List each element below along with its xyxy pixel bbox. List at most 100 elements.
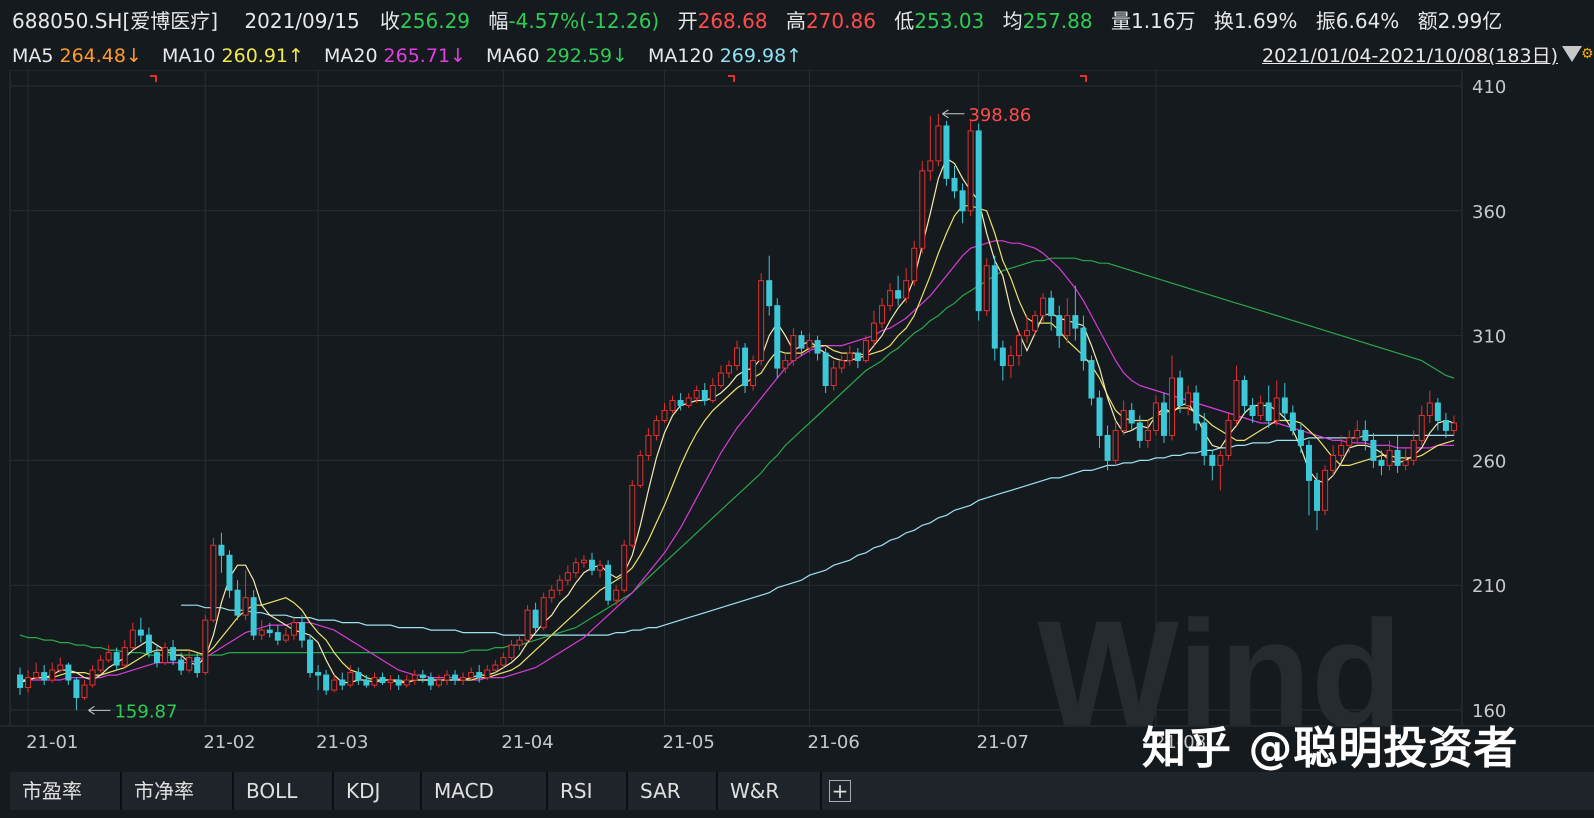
candle-body xyxy=(846,352,853,362)
add-tab-button[interactable]: + xyxy=(822,772,858,810)
chevron-down-icon[interactable] xyxy=(1562,46,1582,62)
tab-macd[interactable]: MACD xyxy=(422,772,548,810)
candle-body xyxy=(532,609,539,629)
tab-boll[interactable]: BOLL xyxy=(234,772,334,810)
candle-body xyxy=(653,419,660,436)
candle-body xyxy=(1136,422,1143,441)
tab-sar[interactable]: SAR xyxy=(628,772,718,810)
candle-body xyxy=(1080,327,1087,362)
y-tick-label: 410 xyxy=(1472,77,1506,98)
candle-body xyxy=(129,629,136,649)
candle-body xyxy=(1410,439,1417,461)
annotation-layer: 398.86 159.87 xyxy=(88,105,1031,722)
candle-body xyxy=(854,352,861,362)
candle-body xyxy=(959,190,966,212)
candle-body xyxy=(1362,429,1369,441)
candle-body xyxy=(1128,409,1135,424)
volume-value: 1.16万 xyxy=(1130,9,1196,33)
candle-body xyxy=(274,632,281,641)
x-tick-label: 21-01 xyxy=(26,732,78,753)
candle-body xyxy=(1040,297,1047,317)
avg-value: 257.88 xyxy=(1022,9,1093,33)
tab-wr[interactable]: W&R xyxy=(718,772,822,810)
date-range-selector[interactable]: 2021/01/04-2021/10/08(183日) xyxy=(1262,42,1558,70)
candle-body xyxy=(443,674,450,681)
amount-value: 2.99亿 xyxy=(1437,9,1503,33)
candle-body xyxy=(798,335,805,349)
candle-body xyxy=(97,659,104,671)
candle-body xyxy=(870,322,877,342)
candle-body xyxy=(355,672,362,681)
y-tick-label: 360 xyxy=(1472,202,1506,223)
candle-body xyxy=(709,385,716,401)
candle-body xyxy=(137,629,144,636)
candle-body xyxy=(911,247,918,282)
quote-bar: 688050.SH[爱博医疗] 2021/09/15 收256.29 幅-4.5… xyxy=(0,0,1594,42)
candle-body xyxy=(943,125,950,179)
y-tick-label: 210 xyxy=(1472,576,1506,597)
x-tick-label: 21-07 xyxy=(977,732,1029,753)
candle-body xyxy=(879,305,886,324)
candle-body xyxy=(1257,402,1264,416)
high-label: 高 xyxy=(785,9,806,33)
stock-code: 688050.SH[爱博医疗] xyxy=(12,9,219,33)
tab-kdj[interactable]: KDJ xyxy=(334,772,422,810)
candle-body xyxy=(1193,392,1200,424)
candle-body xyxy=(170,647,177,661)
candle-body xyxy=(717,372,724,387)
candle-body xyxy=(371,677,378,686)
candle-body xyxy=(226,554,233,591)
candle-body xyxy=(1418,414,1425,441)
candle-body xyxy=(927,160,934,172)
ma10-label: MA10 xyxy=(161,45,216,67)
candle-body xyxy=(951,177,958,192)
event-marker xyxy=(150,75,157,82)
candle-body xyxy=(186,657,193,671)
tab-pe[interactable]: 市盈率 xyxy=(10,772,122,810)
candle-body xyxy=(1233,380,1240,421)
candle-body xyxy=(162,647,169,664)
candle-body xyxy=(1015,335,1022,357)
candle-body xyxy=(975,130,982,312)
candle-body xyxy=(725,365,732,374)
candle-body xyxy=(903,280,910,299)
candle-body xyxy=(49,669,56,681)
tab-rsi[interactable]: RSI xyxy=(548,772,628,810)
candle-body xyxy=(73,679,80,699)
candle-body xyxy=(1201,422,1208,456)
turnover-value: 1.69% xyxy=(1233,9,1298,33)
candle-body xyxy=(57,664,64,671)
x-tick-label: 21-05 xyxy=(662,732,714,753)
candle-body xyxy=(774,305,781,369)
candle-body xyxy=(1297,429,1304,446)
min-arrow xyxy=(88,705,111,715)
candle-body xyxy=(999,347,1006,367)
candle-body xyxy=(290,622,297,636)
ma60-label: MA60 xyxy=(486,45,540,67)
candle-body xyxy=(113,652,120,666)
candle-body xyxy=(1281,397,1288,414)
candle-body xyxy=(524,609,531,641)
candle-body xyxy=(363,679,370,686)
candle-body xyxy=(1209,454,1216,466)
candle-body xyxy=(298,622,305,641)
candle-body xyxy=(25,677,32,689)
ma5-value: 264.48↓ xyxy=(59,45,142,67)
ma60-value: 292.59↓ xyxy=(545,45,628,67)
candle-body xyxy=(734,347,740,367)
amount-label: 额 xyxy=(1417,9,1438,33)
candlestick-chart[interactable]: Wind 398.86159.87 16021026031036041021-0… xyxy=(0,70,1594,770)
high-value: 270.86 xyxy=(805,9,876,33)
candle-body xyxy=(806,340,813,349)
candle-body xyxy=(1120,409,1127,431)
candle-body xyxy=(500,657,507,666)
zhihu-watermark: 知乎 @聪明投资者 xyxy=(1142,723,1519,774)
candle-body xyxy=(1314,479,1321,511)
tab-pb[interactable]: 市净率 xyxy=(122,772,234,810)
amplitude-label: 振 xyxy=(1315,9,1336,33)
ma10-value: 260.91↑ xyxy=(221,45,304,67)
candle-body xyxy=(621,544,628,591)
x-tick-label: 21-04 xyxy=(501,732,553,753)
indicator-settings-icon[interactable]: ⚙ xyxy=(1581,46,1594,66)
candle-body xyxy=(41,672,48,681)
